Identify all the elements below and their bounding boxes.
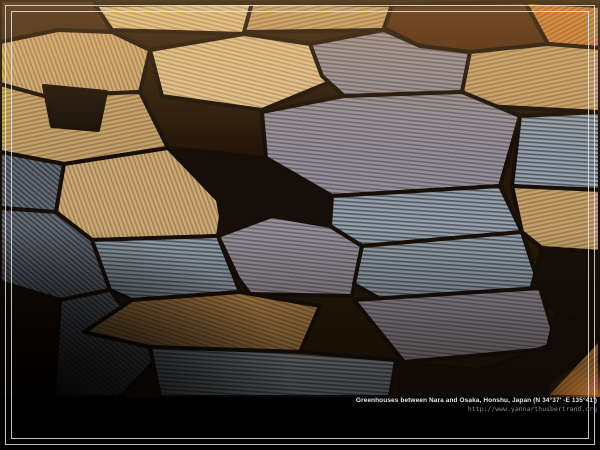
caption-title: Greenhouses between Nara and Osaka, Hons… bbox=[356, 398, 597, 405]
photo-caption: Greenhouses between Nara and Osaka, Hons… bbox=[356, 398, 597, 412]
greenhouse-patchwork-graphic bbox=[0, 0, 600, 397]
aerial-photo bbox=[0, 0, 600, 397]
sun-glow-overlay bbox=[420, 280, 600, 397]
corner-shadow-overlay bbox=[0, 120, 420, 397]
wallpaper: Greenhouses between Nara and Osaka, Hons… bbox=[0, 0, 600, 450]
caption-url: http://www.yannarthusbertrand.org bbox=[356, 406, 597, 413]
